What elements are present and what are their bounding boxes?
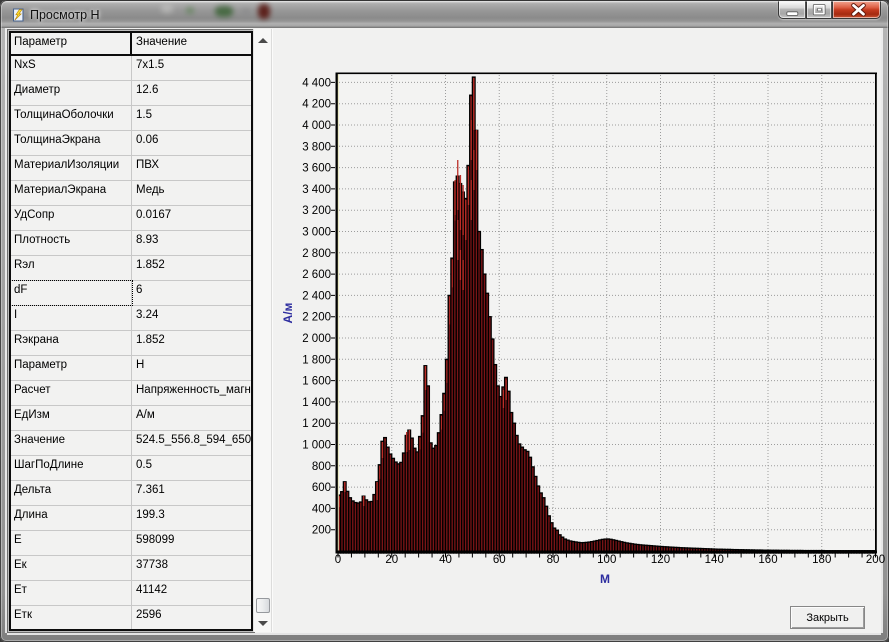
svg-text:3 600: 3 600 [302,163,331,175]
svg-text:1 200: 1 200 [302,418,331,430]
svg-text:200: 200 [866,554,885,566]
svg-text:100: 100 [597,554,616,566]
svg-text:40: 40 [439,554,452,566]
svg-text:0: 0 [335,554,341,566]
svg-text:2 400: 2 400 [302,290,331,302]
svg-text:600: 600 [312,482,331,494]
svg-text:3 800: 3 800 [302,141,331,153]
svg-text:1 400: 1 400 [302,397,331,409]
svg-text:60: 60 [493,554,506,566]
svg-text:140: 140 [705,554,724,566]
svg-text:3 400: 3 400 [302,184,331,196]
svg-text:800: 800 [312,461,331,473]
svg-text:2 800: 2 800 [302,248,331,260]
svg-text:4 400: 4 400 [302,77,331,89]
svg-text:2 600: 2 600 [302,269,331,281]
svg-text:4 000: 4 000 [302,120,331,132]
svg-text:2 200: 2 200 [302,312,331,324]
svg-text:4 200: 4 200 [302,99,331,111]
svg-text:180: 180 [812,554,831,566]
svg-text:20: 20 [385,554,398,566]
svg-text:А/м: А/м [281,302,295,323]
svg-text:1 600: 1 600 [302,376,331,388]
svg-text:1 000: 1 000 [302,440,331,452]
svg-text:200: 200 [312,525,331,537]
svg-text:80: 80 [547,554,560,566]
svg-text:120: 120 [651,554,670,566]
svg-text:3 000: 3 000 [302,227,331,239]
svg-text:160: 160 [758,554,777,566]
svg-text:2 000: 2 000 [302,333,331,345]
svg-text:М: М [600,572,610,586]
svg-text:1 800: 1 800 [302,354,331,366]
svg-text:3 200: 3 200 [302,205,331,217]
svg-text:400: 400 [312,503,331,515]
